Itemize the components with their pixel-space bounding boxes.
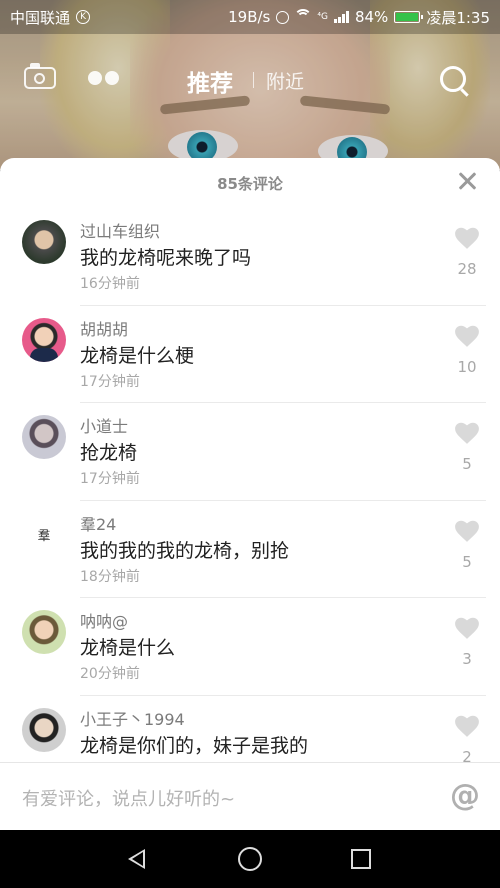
comment-item: 过山车组织 我的龙椅呢来晚了吗 16分钟前 28 [0, 208, 500, 306]
avatar-text: 羣 [37, 529, 51, 544]
tab-nearby[interactable]: 附近 [266, 67, 304, 94]
comment-item: 呐呐@ 龙椅是什么 20分钟前 3 [0, 598, 500, 696]
comment-item: 小道士 抢龙椅 17分钟前 5 [0, 403, 500, 501]
comment-text[interactable]: 龙椅是什么 [80, 633, 175, 660]
comment-item: 羣 羣24 我的我的我的龙椅，别抢 18分钟前 5 [0, 501, 500, 598]
like-count: 5 [462, 552, 472, 571]
comment-time: 16分钟前 [80, 276, 140, 292]
comment-item: 小王子丶1994 龙椅是你们的，妹子是我的 2 [0, 696, 500, 763]
battery-icon [394, 11, 424, 23]
avatar[interactable] [22, 415, 66, 459]
signal-icon [333, 11, 349, 23]
comments-sheet: 85条评论 过山车组织 我的龙椅呢来晚了吗 16分钟前 28 胡胡胡 龙椅是什么… [0, 158, 500, 830]
like-button[interactable]: 10 [452, 324, 482, 376]
like-button[interactable]: 5 [452, 519, 482, 571]
like-button[interactable]: 2 [452, 714, 482, 763]
comment-text[interactable]: 龙椅是你们的，妹子是我的 [80, 731, 308, 758]
at-mention-icon[interactable]: @ [450, 779, 480, 813]
tab-separator [253, 72, 254, 88]
like-count: 28 [457, 260, 477, 278]
alarm-icon [276, 10, 290, 24]
close-icon[interactable] [456, 170, 478, 192]
comment-item: 胡胡胡 龙椅是什么梗 17分钟前 10 [0, 306, 500, 403]
comment-text[interactable]: 我的龙椅呢来晚了吗 [80, 243, 251, 270]
battery-percent: 84% [354, 8, 389, 26]
comments-count-title: 85条评论 [217, 175, 283, 193]
network-speed: 19B/s [228, 8, 271, 26]
like-button[interactable]: 5 [452, 421, 482, 473]
wifi-icon [294, 9, 313, 23]
top-nav: 推荐 附近 [0, 50, 500, 110]
dots-icon[interactable] [88, 71, 122, 85]
heart-icon [455, 715, 479, 737]
home-icon[interactable] [238, 847, 262, 871]
heart-icon [455, 520, 479, 542]
clock: 凌晨1:35 [426, 8, 490, 27]
heart-icon [455, 227, 479, 249]
avatar[interactable] [22, 610, 66, 654]
comment-time: 17分钟前 [80, 373, 140, 390]
network-type: ⁴G [317, 12, 328, 22]
back-icon[interactable] [128, 849, 145, 869]
comment-username[interactable]: 羣24 [80, 511, 116, 535]
avatar[interactable] [22, 707, 66, 752]
heart-icon [455, 325, 479, 347]
search-icon[interactable] [440, 66, 466, 92]
comment-username[interactable]: 胡胡胡 [80, 316, 128, 340]
comment-username[interactable]: 呐呐@ [80, 608, 128, 632]
comments-header: 85条评论 [0, 158, 500, 208]
avatar[interactable]: 羣 [22, 512, 66, 557]
like-button[interactable]: 3 [452, 616, 482, 668]
comment-username[interactable]: 小道士 [80, 413, 128, 437]
like-count: 2 [462, 747, 472, 763]
status-bar: 中国联通 K 19B/s ⁴G 84% 凌晨1:35 [0, 0, 500, 34]
avatar[interactable] [22, 220, 66, 264]
system-nav-bar [0, 830, 500, 888]
heart-icon [455, 422, 479, 444]
like-count: 5 [462, 455, 472, 473]
like-count: 10 [457, 357, 477, 376]
avatar[interactable] [22, 317, 66, 362]
comment-text[interactable]: 抢龙椅 [80, 438, 137, 465]
like-count: 3 [462, 650, 472, 668]
carrier-name: 中国联通 [10, 8, 71, 27]
comment-username[interactable]: 过山车组织 [80, 218, 160, 242]
comment-time: 20分钟前 [80, 666, 140, 682]
comments-list[interactable]: 过山车组织 我的龙椅呢来晚了吗 16分钟前 28 胡胡胡 龙椅是什么梗 17分钟… [0, 208, 500, 762]
like-button[interactable]: 28 [452, 226, 482, 278]
carrier-k-icon: K [76, 10, 91, 24]
comment-username[interactable]: 小王子丶1994 [80, 706, 185, 730]
tab-recommend[interactable]: 推荐 [187, 64, 233, 98]
recent-apps-icon[interactable] [351, 849, 371, 869]
comment-time: 17分钟前 [80, 471, 140, 487]
heart-icon [455, 617, 479, 639]
comment-input-placeholder[interactable]: 有爱评论，说点儿好听的~ [22, 785, 235, 811]
comment-text[interactable]: 我的我的我的龙椅，别抢 [80, 536, 289, 563]
comment-text[interactable]: 龙椅是什么梗 [80, 341, 194, 368]
comment-input-bar[interactable]: 有爱评论，说点儿好听的~ @ [0, 762, 500, 830]
camera-icon[interactable] [24, 63, 56, 89]
comment-time: 18分钟前 [80, 568, 140, 585]
